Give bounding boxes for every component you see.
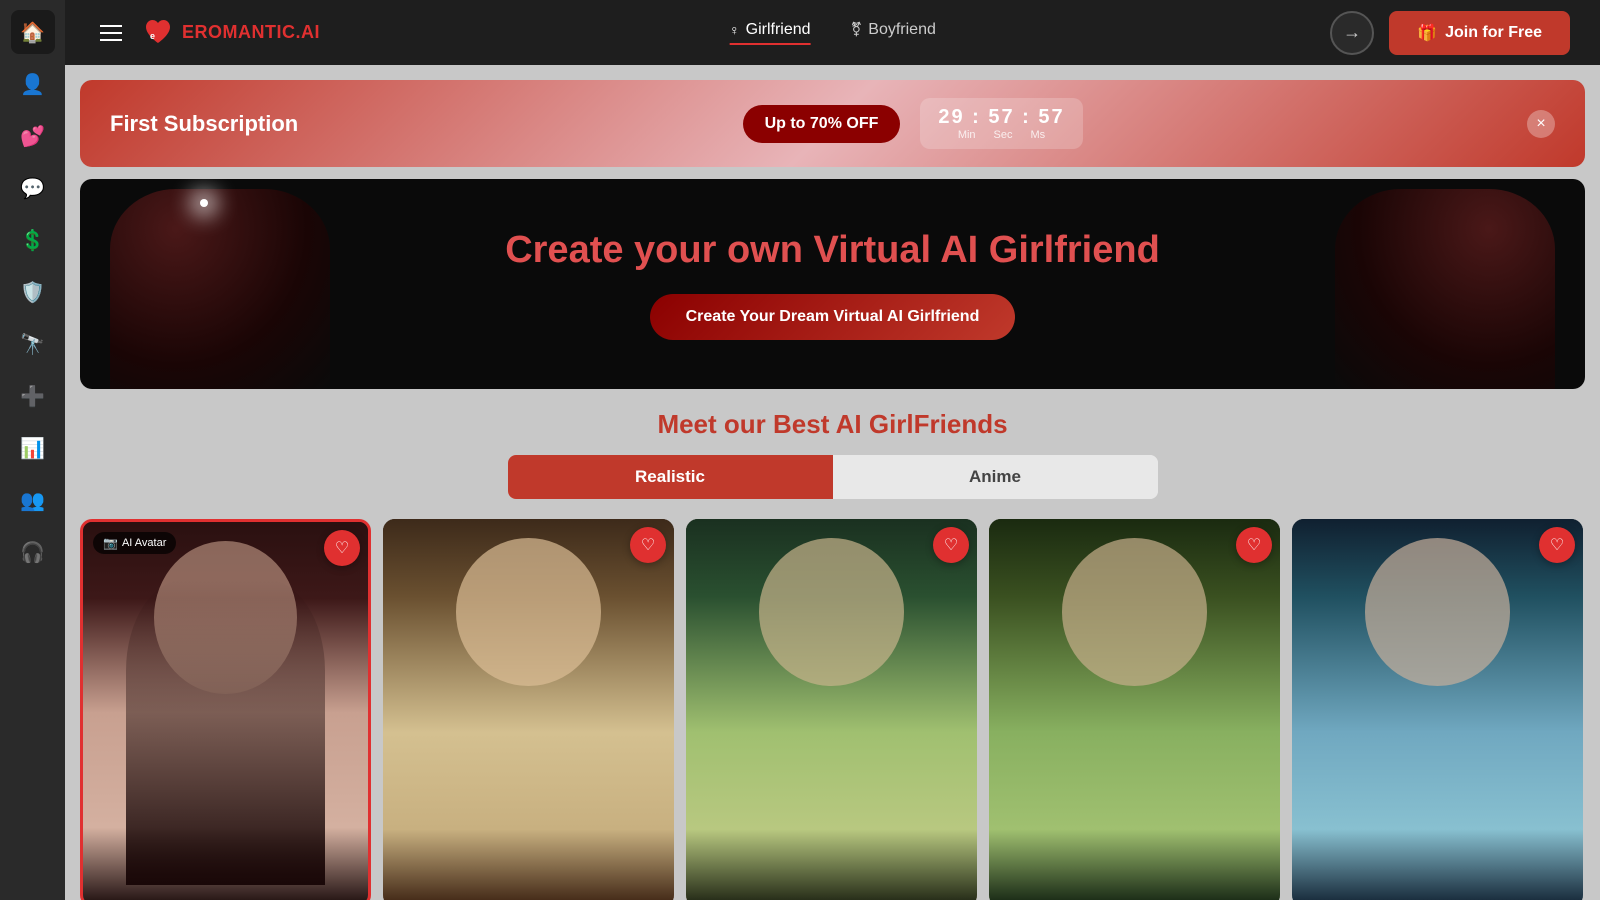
- section-title-start: Meet our Best: [657, 409, 835, 439]
- promo-center: Up to 70% OFF 29 : 57 : 57 Min Sec Ms: [743, 98, 1083, 149]
- heart-icon: ♡: [944, 535, 958, 555]
- girlfriend-icon: ♀: [729, 22, 740, 38]
- card-5-photo: [1292, 519, 1583, 900]
- badge-text: AI Avatar: [122, 537, 166, 549]
- logo-text-domain: .AI: [296, 22, 321, 42]
- heart-icon: ♡: [335, 538, 349, 558]
- tab-realistic[interactable]: Realistic: [508, 455, 833, 499]
- sidebar: 🏠 👤 💕 💬 💲 🛡️ 🔭 ➕ 📊 👥 🎧: [0, 0, 65, 900]
- timer-min-label: Min: [958, 129, 976, 141]
- tabs-container: Realistic Anime: [65, 455, 1600, 499]
- navbar-left: e EROMANTIC.AI: [95, 17, 320, 49]
- sidebar-item-security[interactable]: 🛡️: [11, 270, 55, 314]
- nav-boyfriend[interactable]: ⚧ Boyfriend: [851, 21, 936, 45]
- card-4[interactable]: ♡: [989, 519, 1280, 900]
- hero-cta-button[interactable]: Create Your Dream Virtual AI Girlfriend: [650, 294, 1016, 340]
- promo-text: First Subscription: [110, 111, 298, 137]
- logo-text: EROMANTIC.AI: [182, 22, 320, 43]
- card-2-photo: [383, 519, 674, 900]
- hero-banner: Create your own Virtual AI Girlfriend Cr…: [80, 179, 1585, 389]
- camera-icon: 📷: [103, 536, 118, 550]
- login-icon: →: [1343, 22, 1361, 43]
- hero-title: Create your own Virtual AI Girlfriend: [505, 228, 1160, 274]
- hero-title-highlight: AI Girlfriend: [940, 229, 1160, 271]
- card-2[interactable]: ♡: [383, 519, 674, 900]
- card-4-heart-button[interactable]: ♡: [1236, 527, 1272, 563]
- sidebar-item-pricing[interactable]: 💲: [11, 218, 55, 262]
- card-5-heart-button[interactable]: ♡: [1539, 527, 1575, 563]
- spotlight-left: [200, 199, 208, 207]
- tab-group: Realistic Anime: [508, 455, 1158, 499]
- sidebar-item-relationships[interactable]: 💕: [11, 114, 55, 158]
- card-3-heart-button[interactable]: ♡: [933, 527, 969, 563]
- login-button[interactable]: →: [1330, 11, 1374, 55]
- promo-banner: First Subscription Up to 70% OFF 29 : 57…: [80, 80, 1585, 167]
- logo[interactable]: e EROMANTIC.AI: [142, 17, 320, 49]
- gift-icon: 🎁: [1417, 23, 1437, 43]
- tab-realistic-label: Realistic: [635, 467, 705, 486]
- timer-sec-label: Sec: [994, 129, 1013, 141]
- sidebar-item-users[interactable]: 👥: [11, 478, 55, 522]
- sidebar-item-profile[interactable]: 👤: [11, 62, 55, 106]
- page-body: First Subscription Up to 70% OFF 29 : 57…: [65, 65, 1600, 900]
- hero-content: Create your own Virtual AI Girlfriend Cr…: [505, 228, 1160, 340]
- card-1-photo: [83, 522, 368, 900]
- card-3[interactable]: ♡: [686, 519, 977, 900]
- heart-icon: ♡: [641, 535, 655, 555]
- main-content: e EROMANTIC.AI ♀ Girlfriend ⚧ Boyfriend …: [65, 0, 1600, 900]
- navbar-right: → 🎁 Join for Free: [1330, 11, 1570, 55]
- navbar: e EROMANTIC.AI ♀ Girlfriend ⚧ Boyfriend …: [65, 0, 1600, 65]
- join-button-label: Join for Free: [1445, 24, 1542, 42]
- join-button[interactable]: 🎁 Join for Free: [1389, 11, 1570, 55]
- card-1[interactable]: 📷 AI Avatar ♡: [80, 519, 371, 900]
- navbar-nav: ♀ Girlfriend ⚧ Boyfriend: [729, 21, 936, 45]
- timer-labels: Min Sec Ms: [958, 129, 1045, 141]
- tab-anime-label: Anime: [969, 467, 1021, 486]
- sidebar-item-support[interactable]: 🎧: [11, 530, 55, 574]
- promo-timer: 29 : 57 : 57 Min Sec Ms: [920, 98, 1082, 149]
- card-1-badge: 📷 AI Avatar: [93, 532, 176, 554]
- boyfriend-icon: ⚧: [851, 21, 863, 38]
- heart-icon: ♡: [1550, 535, 1564, 555]
- cards-grid: 📷 AI Avatar ♡ ♡: [65, 519, 1600, 900]
- sidebar-item-create[interactable]: ➕: [11, 374, 55, 418]
- hamburger-menu[interactable]: [95, 20, 127, 46]
- card-4-photo: [989, 519, 1280, 900]
- sidebar-item-explore[interactable]: 🔭: [11, 322, 55, 366]
- sidebar-item-stats[interactable]: 📊: [11, 426, 55, 470]
- tab-anime[interactable]: Anime: [833, 455, 1158, 499]
- close-icon: ×: [1536, 115, 1545, 133]
- heart-icon: ♡: [1247, 535, 1261, 555]
- hero-figure-right: [1335, 189, 1555, 389]
- promo-badge: Up to 70% OFF: [743, 105, 901, 143]
- hero-cta-label: Create Your Dream Virtual AI Girlfriend: [686, 308, 980, 325]
- svg-text:e: e: [150, 31, 155, 41]
- card-5[interactable]: ♡: [1292, 519, 1583, 900]
- section-title-highlight: AI GirlFriends: [836, 409, 1008, 439]
- card-3-photo: [686, 519, 977, 900]
- nav-girlfriend-label: Girlfriend: [746, 21, 811, 39]
- logo-text-main: EROMANTIC: [182, 22, 296, 42]
- nav-boyfriend-label: Boyfriend: [868, 21, 936, 39]
- nav-girlfriend[interactable]: ♀ Girlfriend: [729, 21, 810, 45]
- hero-title-start: Create your own Virtual: [505, 229, 940, 271]
- section-title: Meet our Best AI GirlFriends: [65, 409, 1600, 440]
- sidebar-item-home[interactable]: 🏠: [11, 10, 55, 54]
- logo-icon: e: [142, 17, 174, 49]
- timer-ms-label: Ms: [1031, 129, 1046, 141]
- timer-value: 29 : 57 : 57: [938, 106, 1064, 129]
- hero-figure-left: [110, 189, 330, 389]
- promo-close-button[interactable]: ×: [1527, 110, 1555, 138]
- card-2-heart-button[interactable]: ♡: [630, 527, 666, 563]
- sidebar-item-messages[interactable]: 💬: [11, 166, 55, 210]
- card-1-heart-button[interactable]: ♡: [324, 530, 360, 566]
